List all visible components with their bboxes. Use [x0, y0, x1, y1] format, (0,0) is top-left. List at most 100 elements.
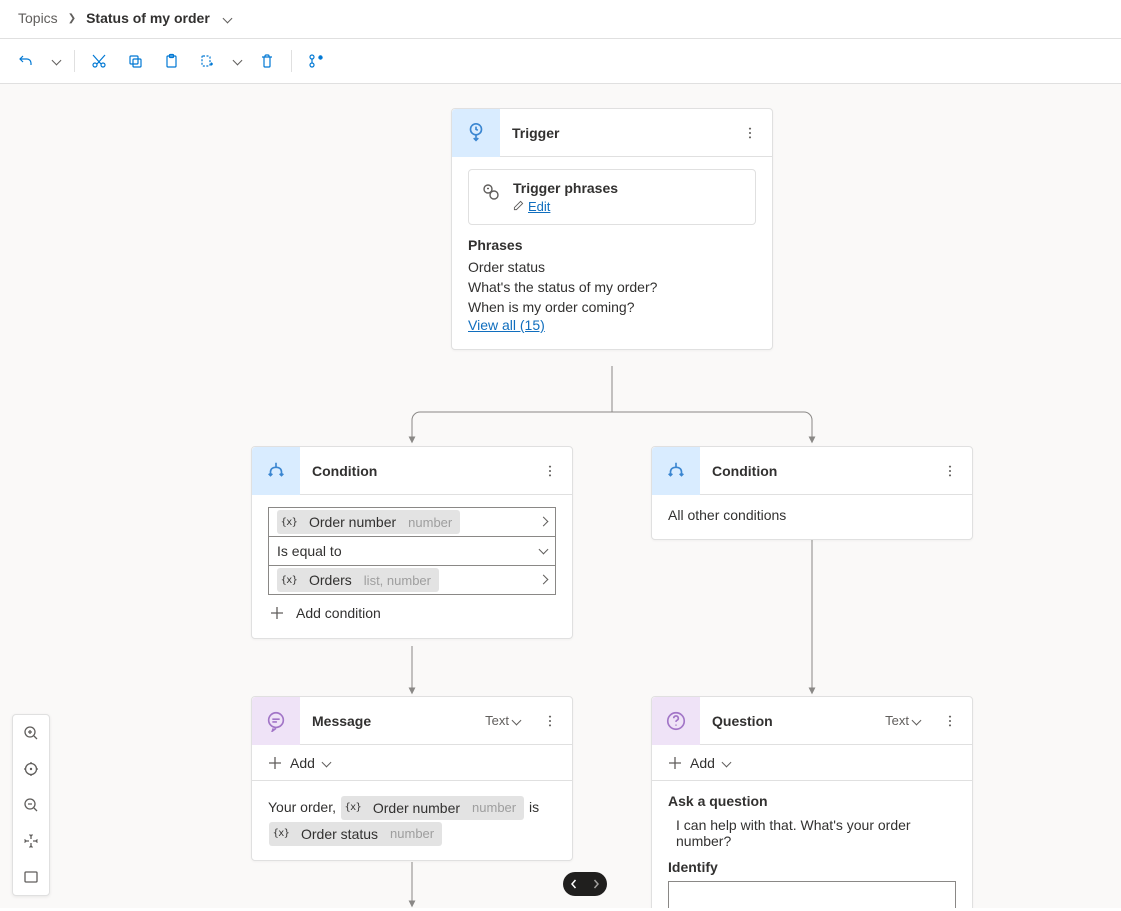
- variable-chip[interactable]: {x} Order status number: [269, 822, 442, 846]
- edit-label: Edit: [528, 199, 550, 214]
- undo-dropdown[interactable]: [46, 45, 66, 77]
- plus-icon: [266, 754, 284, 772]
- message-icon: [252, 697, 300, 745]
- cut-button[interactable]: [83, 45, 115, 77]
- chevron-right-icon: [540, 517, 547, 528]
- identify-label: Identify: [668, 859, 956, 875]
- message-text-editor[interactable]: Your order, {x} Order number number is {…: [252, 781, 572, 860]
- add-label: Add: [290, 755, 315, 771]
- question-icon: [652, 697, 700, 745]
- zoom-in-button[interactable]: [13, 715, 49, 751]
- add-condition-label: Add condition: [296, 605, 381, 621]
- chevron-down-icon: [323, 755, 330, 771]
- variable-chip[interactable]: {x} Order number number: [341, 796, 524, 820]
- condition-icon: [252, 447, 300, 495]
- message-format-picker[interactable]: Text: [485, 713, 520, 728]
- more-button[interactable]: [938, 709, 962, 733]
- message-text-segment: Your order,: [268, 799, 336, 815]
- format-label: Text: [885, 713, 909, 728]
- plus-icon: [268, 604, 286, 622]
- condition-node-right: Condition All other conditions: [651, 446, 973, 540]
- operator-label: Is equal to: [277, 543, 342, 559]
- variable-name: Order number: [369, 796, 464, 820]
- variable-icon: {x}: [279, 570, 299, 590]
- variable-type: list, number: [362, 573, 437, 588]
- breadcrumb: Topics ❯ Status of my order: [0, 0, 1121, 39]
- trigger-phrase: Order status: [468, 257, 756, 277]
- breadcrumb-root-link[interactable]: Topics: [18, 10, 58, 26]
- plus-icon: [666, 754, 684, 772]
- fit-button[interactable]: [13, 751, 49, 787]
- variable-chip: {x} Order number number: [277, 510, 460, 534]
- trigger-phrase: When is my order coming?: [468, 297, 756, 317]
- variable-type: number: [406, 515, 458, 530]
- paste-button[interactable]: [155, 45, 187, 77]
- variable-name: Order status: [297, 822, 382, 846]
- phrases-heading: Phrases: [468, 237, 756, 253]
- chevron-down-icon: [723, 755, 730, 771]
- breadcrumb-dropdown[interactable]: [224, 10, 231, 26]
- more-button[interactable]: [538, 459, 562, 483]
- zoom-controls: [12, 714, 50, 896]
- condition-icon: [652, 447, 700, 495]
- toolbar-separator: [74, 50, 75, 72]
- variable-icon: {x}: [279, 512, 299, 532]
- paste-dropdown[interactable]: [227, 45, 247, 77]
- variation-nav-pill: [563, 872, 607, 896]
- chevron-down-icon: [540, 546, 547, 557]
- prev-variation-button[interactable]: [563, 872, 585, 896]
- question-node: Question Text Add Ask a question I can h…: [651, 696, 973, 908]
- message-text-segment: is: [529, 799, 539, 815]
- all-other-conditions-label: All other conditions: [668, 507, 786, 523]
- question-prompt-text[interactable]: I can help with that. What's your order …: [668, 815, 956, 859]
- variable-name: Orders: [305, 572, 356, 588]
- variable-chip: {x} Orders list, number: [277, 568, 439, 592]
- trigger-node: Trigger Trigger phrases: [451, 108, 773, 350]
- more-button[interactable]: [738, 121, 762, 145]
- condition-operator-picker[interactable]: Is equal to: [268, 536, 556, 566]
- question-title: Question: [712, 713, 873, 729]
- ask-question-label: Ask a question: [668, 793, 956, 809]
- chevron-down-icon: [513, 713, 520, 728]
- edit-phrases-link[interactable]: Edit: [513, 199, 550, 214]
- variable-type: number: [470, 796, 522, 820]
- chevron-right-icon: [540, 575, 547, 586]
- toolbar-separator: [291, 50, 292, 72]
- message-node: Message Text Add Your order, {x: [251, 696, 573, 861]
- variable-name: Order number: [305, 514, 400, 530]
- minimap-button[interactable]: [13, 859, 49, 895]
- condition-title: Condition: [712, 463, 926, 479]
- variable-icon: {x}: [343, 798, 363, 818]
- variable-icon: {x}: [271, 824, 291, 844]
- chevron-right-icon: ❯: [68, 13, 76, 24]
- authoring-canvas[interactable]: Trigger Trigger phrases: [0, 84, 1121, 908]
- condition-variable-picker[interactable]: {x} Order number number: [268, 507, 556, 537]
- undo-button[interactable]: [10, 45, 42, 77]
- trigger-phrases-card[interactable]: Trigger phrases Edit: [468, 169, 756, 225]
- condition-node-left: Condition {x} Order number number: [251, 446, 573, 639]
- message-title: Message: [312, 713, 473, 729]
- zoom-out-button[interactable]: [13, 787, 49, 823]
- phrases-icon: [481, 182, 501, 205]
- view-all-phrases-link[interactable]: View all (15): [468, 317, 545, 333]
- delete-button[interactable]: [251, 45, 283, 77]
- more-button[interactable]: [538, 709, 562, 733]
- chevron-down-icon: [913, 713, 920, 728]
- trigger-title: Trigger: [512, 125, 726, 141]
- condition-title: Condition: [312, 463, 526, 479]
- question-format-picker[interactable]: Text: [885, 713, 920, 728]
- variables-button[interactable]: [300, 45, 332, 77]
- trigger-phrases-title: Trigger phrases: [513, 180, 618, 196]
- condition-value-picker[interactable]: {x} Orders list, number: [268, 565, 556, 595]
- add-condition-button[interactable]: Add condition: [268, 594, 556, 622]
- variable-type: number: [388, 822, 440, 846]
- paste-special-button[interactable]: [191, 45, 223, 77]
- message-add-button[interactable]: Add: [252, 745, 572, 781]
- more-button[interactable]: [938, 459, 962, 483]
- question-add-button[interactable]: Add: [652, 745, 972, 781]
- reset-view-button[interactable]: [13, 823, 49, 859]
- identify-picker[interactable]: [668, 881, 956, 908]
- format-label: Text: [485, 713, 509, 728]
- copy-button[interactable]: [119, 45, 151, 77]
- next-variation-button[interactable]: [585, 872, 607, 896]
